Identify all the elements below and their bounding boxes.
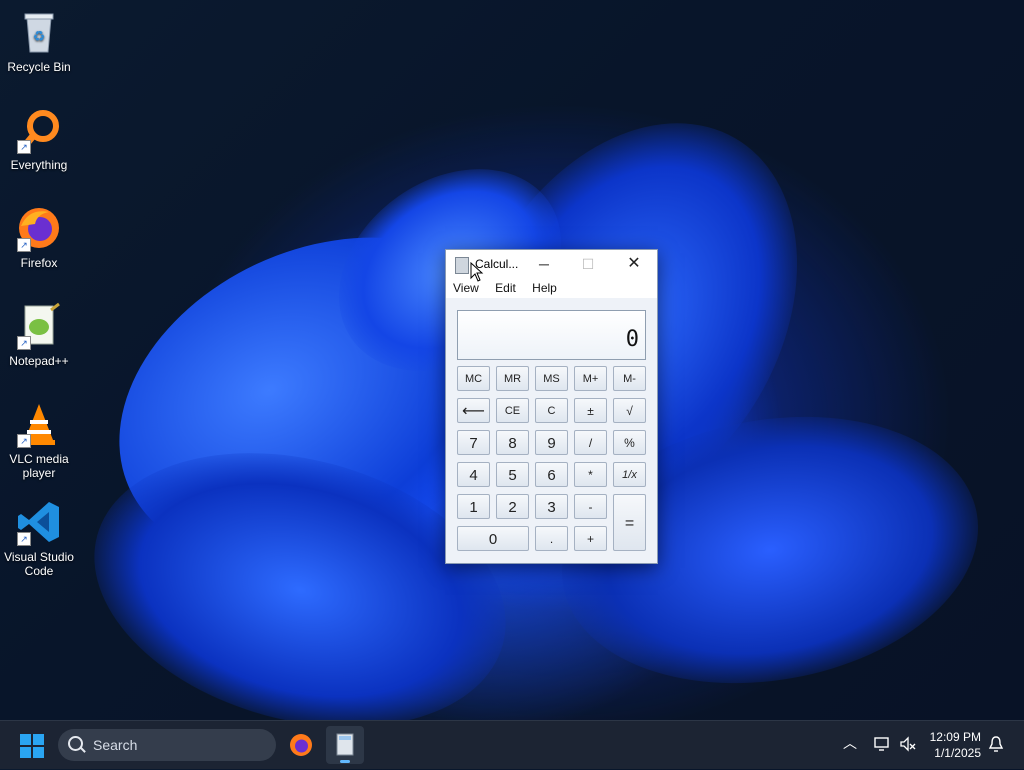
network-icon[interactable] xyxy=(873,735,891,753)
shortcut-arrow-icon: ↗ xyxy=(17,434,31,448)
digit-4-button[interactable]: 4 xyxy=(457,462,490,487)
digit-0-button[interactable]: 0 xyxy=(457,526,529,551)
taskbar: Search ︿ 12:09 PM 1/1/2025 xyxy=(0,720,1024,769)
mr-button[interactable]: MR xyxy=(496,366,529,391)
decimal-button[interactable]: . xyxy=(535,526,568,551)
desktop-icon-label: Firefox xyxy=(20,256,58,270)
vscode-icon: ↗ xyxy=(15,498,63,546)
search-placeholder: Search xyxy=(93,737,138,753)
percent-button[interactable]: % xyxy=(613,430,646,455)
notification-bell-icon[interactable] xyxy=(988,735,1004,753)
digit-1-button[interactable]: 1 xyxy=(457,494,490,519)
menu-view[interactable]: View xyxy=(453,281,479,295)
multiply-button[interactable]: * xyxy=(574,462,607,487)
digit-2-button[interactable]: 2 xyxy=(496,494,529,519)
menu-help[interactable]: Help xyxy=(532,281,557,295)
m-minus-button[interactable]: M- xyxy=(613,366,646,391)
desktop-icon-label: Notepad++ xyxy=(9,354,69,368)
plus-minus-button[interactable]: ± xyxy=(574,398,607,423)
digit-8-button[interactable]: 8 xyxy=(496,430,529,455)
divide-button[interactable]: / xyxy=(574,430,607,455)
shortcut-arrow-icon: ↗ xyxy=(17,336,31,350)
clock-date: 1/1/2025 xyxy=(934,746,981,760)
digit-7-button[interactable]: 7 xyxy=(457,430,490,455)
minimize-button[interactable]: ─ xyxy=(524,250,564,278)
digit-6-button[interactable]: 6 xyxy=(535,462,568,487)
plus-button[interactable]: + xyxy=(574,526,607,551)
sqrt-button[interactable]: √ xyxy=(613,398,646,423)
system-clock[interactable]: 12:09 PM 1/1/2025 xyxy=(925,729,981,761)
m-plus-button[interactable]: M+ xyxy=(574,366,607,391)
taskbar-search-box[interactable]: Search xyxy=(58,729,276,761)
equals-button[interactable]: = xyxy=(613,494,646,551)
digit-9-button[interactable]: 9 xyxy=(535,430,568,455)
windows-logo-icon xyxy=(20,734,31,745)
windows-logo-tile xyxy=(33,734,44,745)
mc-button[interactable]: MC xyxy=(457,366,490,391)
shortcut-arrow-icon: ↗ xyxy=(17,140,31,154)
clock-time: 12:09 PM xyxy=(929,730,981,744)
taskbar-firefox[interactable] xyxy=(282,726,320,764)
firefox-icon: ↗ xyxy=(15,204,63,252)
desktop-icon-label: Everything xyxy=(10,158,68,172)
desktop-icon-label: Recycle Bin xyxy=(7,60,71,74)
menu-edit[interactable]: Edit xyxy=(495,281,516,295)
volume-muted-icon[interactable] xyxy=(899,735,917,753)
start-button[interactable] xyxy=(20,734,44,758)
ms-button[interactable]: MS xyxy=(535,366,568,391)
show-hidden-icons-chevron-icon[interactable]: ︿ xyxy=(843,733,857,753)
reciprocal-button[interactable]: 1/x xyxy=(613,462,646,487)
vlc-icon: ↗ xyxy=(15,400,63,448)
desktop-icon-vlc[interactable]: ↗ VLC media player xyxy=(0,400,78,480)
search-icon xyxy=(68,736,83,751)
calculator-display: 0 xyxy=(457,310,646,360)
desktop-icon-recycle-bin[interactable]: ♻ Recycle Bin xyxy=(0,8,78,74)
minus-button[interactable]: - xyxy=(574,494,607,519)
calculator-icon xyxy=(336,733,354,756)
taskbar-calculator[interactable] xyxy=(326,726,364,764)
calculator-app-icon xyxy=(455,257,469,274)
desktop-icon-vscode[interactable]: ↗ Visual Studio Code xyxy=(0,498,78,578)
calculator-window[interactable]: Calcul... ─ ☐ ✕ View Edit Help 0 MC MR M… xyxy=(445,249,658,564)
windows-logo-tile xyxy=(33,747,44,758)
desktop-icon-everything[interactable]: ↗ Everything xyxy=(0,106,78,172)
windows-logo-tile xyxy=(20,747,31,758)
close-button[interactable]: ✕ xyxy=(614,250,654,278)
desktop-icon-label: VLC media player xyxy=(9,452,69,480)
mouse-cursor-icon xyxy=(470,262,484,282)
digit-5-button[interactable]: 5 xyxy=(496,462,529,487)
digit-3-button[interactable]: 3 xyxy=(535,494,568,519)
notepad-plus-plus-icon: ↗ xyxy=(15,302,63,350)
shortcut-arrow-icon: ↗ xyxy=(17,532,31,546)
desktop-icon-notepadpp[interactable]: ↗ Notepad++ xyxy=(0,302,78,368)
backspace-button[interactable]: ⟵ xyxy=(457,398,490,423)
desktop-icon-firefox[interactable]: ↗ Firefox xyxy=(0,204,78,270)
ce-button[interactable]: CE xyxy=(496,398,529,423)
shortcut-arrow-icon: ↗ xyxy=(17,238,31,252)
svg-text:♻: ♻ xyxy=(33,28,46,44)
c-button[interactable]: C xyxy=(535,398,568,423)
recycle-bin-icon: ♻ xyxy=(15,8,63,56)
everything-icon: ↗ xyxy=(15,106,63,154)
display-value: 0 xyxy=(625,327,639,352)
firefox-icon xyxy=(290,734,312,756)
maximize-button[interactable]: ☐ xyxy=(568,250,608,278)
desktop-icon-label: Visual Studio Code xyxy=(4,550,74,578)
